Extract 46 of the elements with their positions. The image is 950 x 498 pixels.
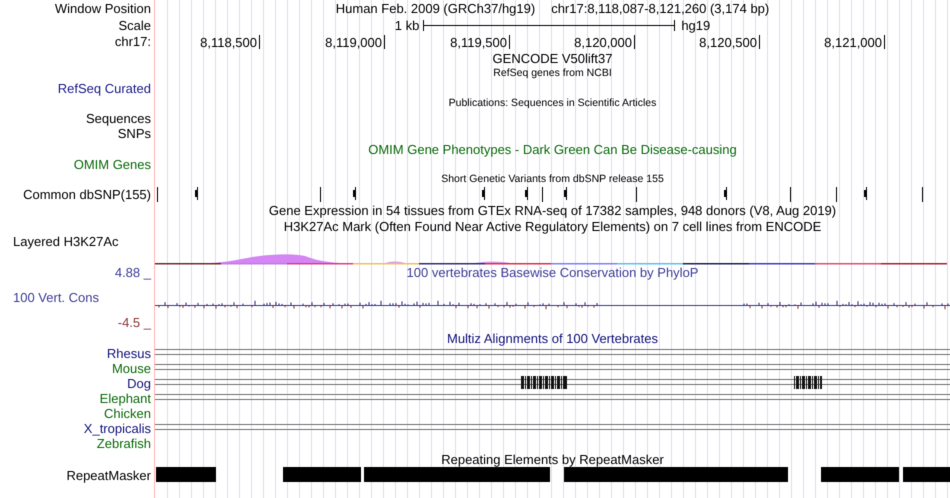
track-title: Repeating Elements by RepeatMasker [441,452,664,466]
track-label[interactable]: Rhesus [106,346,151,361]
track-title: Gene Expression in 54 tissues from GTEx RNA-seq of 17382 samples, 948 donors (V8, Aug 2019) [268,202,836,218]
ruler-tick [759,35,760,49]
ruler-tick [509,35,510,49]
ruler-label: 8,118,500 [200,34,257,50]
scale-assembly: hg19 [681,18,710,32]
ruler-label: 8,121,000 [824,34,882,50]
ruler-label: 8,120,000 [574,34,632,50]
track-label[interactable]: Chicken [104,406,151,421]
track-label[interactable]: Layered H3K27Ac [13,234,119,249]
assembly-name: Human Feb. 2009 (GRCh37/hg19) [336,1,536,16]
axis-max-label: 4.88 _ [114,265,151,280]
track-title: GENCODE V50lift37 [492,50,612,66]
scale-length: 1 kb [394,18,420,32]
ruler-tick [634,35,635,49]
chromosome-label[interactable]: chr17: [114,34,151,49]
ruler-tick [259,35,260,49]
ruler-label: 8,120,500 [699,34,757,50]
track-label[interactable]: Sequences [86,111,151,126]
axis-min-label: -4.5 _ [118,315,151,330]
track-label[interactable]: Zebrafish [96,436,151,451]
ruler-label: 8,119,500 [450,34,507,50]
track-label[interactable]: Elephant [100,391,151,406]
track-label[interactable]: OMIM Genes [74,157,151,172]
track-title: Short Genetic Variants from dbSNP release 155 [441,172,664,187]
ruler-tick [884,35,885,49]
track-label[interactable]: RefSeq Curated [58,81,151,96]
position-text: chr17:8,118,087-8,121,260 (3,174 bp) [551,1,770,16]
track-label[interactable]: Mouse [112,361,151,376]
track-title: Multiz Alignments of 100 Vertebrates [446,330,658,346]
ruler-label: 8,119,000 [325,34,382,50]
row-label[interactable]: Window Position [54,1,151,16]
track-label[interactable]: RepeatMasker [66,468,151,482]
row-label[interactable]: Scale [118,18,151,32]
track-label[interactable]: 100 Vert. Cons [0,290,99,305]
ruler-tick [384,35,385,49]
track-title: RefSeq genes from NCBI [493,66,612,81]
track-label[interactable]: SNPs [118,126,151,141]
track-label[interactable]: Dog [127,376,151,391]
track-label[interactable]: Common dbSNP(155) [23,187,151,202]
track-title: OMIM Gene Phenotypes - Dark Green Can Be Disease-causing [368,142,737,156]
track-title: Publications: Sequences in Scientific Articles [448,96,656,111]
track-title: 100 vertebrates Basewise Conservation by PhyloP [406,265,698,280]
track-label[interactable]: X_tropicalis [84,421,151,436]
track-title: H3K27Ac Mark (Often Found Near Active Regulatory Elements) on 7 cell lines from ENCODE [284,218,822,234]
